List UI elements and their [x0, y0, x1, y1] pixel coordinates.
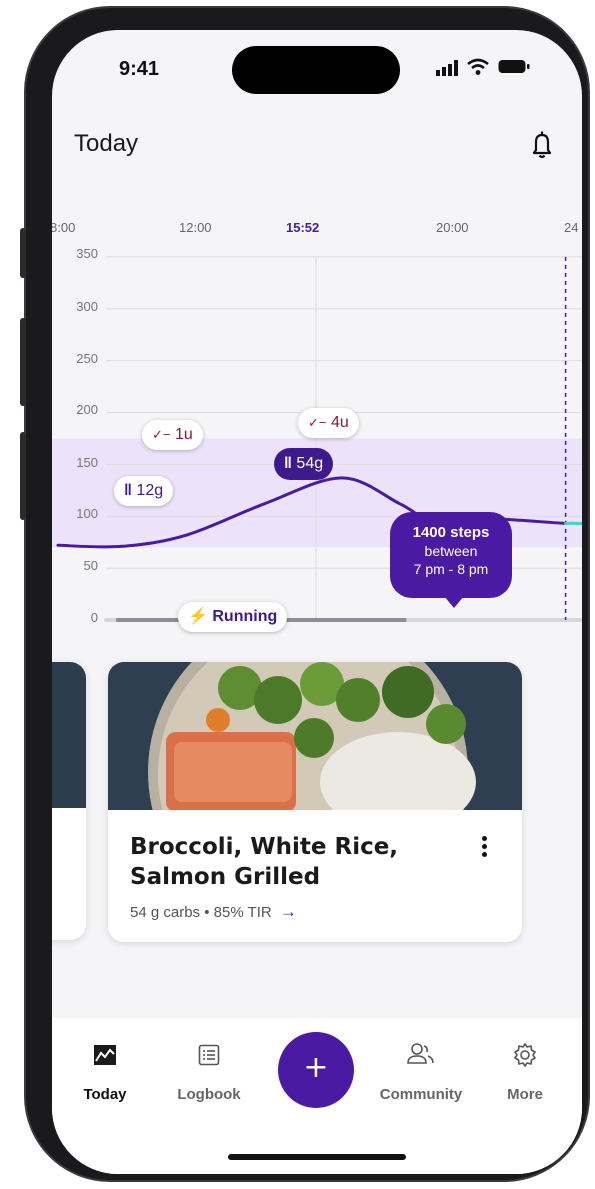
page-title: Today: [74, 130, 139, 157]
carbs-amount-label: 12g: [136, 482, 164, 499]
meal-title: Broccoli, White Rice, Salmon Grilled: [130, 834, 399, 890]
insulin-chip-1[interactable]: ✓− 1u: [142, 420, 203, 450]
activity-label: Running: [212, 608, 278, 625]
arrow-right-icon[interactable]: →: [280, 902, 297, 921]
y-tick-150: 150: [76, 455, 98, 470]
tab-label-community: Community: [379, 1086, 463, 1103]
carbs-chip-1[interactable]: ‖ 12g: [114, 476, 174, 506]
y-tick-100: 100: [76, 506, 98, 521]
steps-count: 1400 steps: [412, 524, 490, 541]
x-tick-8: 8:00: [52, 220, 76, 235]
tab-label-today: Today: [83, 1086, 127, 1103]
gear-icon: [514, 1043, 536, 1067]
insulin-chip-2[interactable]: ✓− 4u: [298, 408, 359, 438]
volume-up-button: [20, 318, 26, 406]
plus-icon: +: [303, 1050, 329, 1085]
community-icon: [407, 1043, 434, 1064]
cellular-signal-icon: [436, 60, 458, 76]
wifi-icon: [467, 58, 489, 75]
meal-carbs-tir: 54 g carbs • 85% TIR: [130, 904, 272, 921]
add-entry-button[interactable]: +: [278, 1032, 354, 1108]
insulin-dose-label: 4u: [330, 414, 349, 431]
tab-bar: Today Logbook + Community More: [52, 1018, 582, 1174]
syringe-icon: ✓−: [152, 427, 171, 442]
steps-between: between: [424, 543, 478, 559]
x-tick-20: 20:00: [436, 220, 469, 235]
battery-icon: [498, 60, 530, 73]
meal-card[interactable]: Broccoli, White Rice, Salmon Grilled 54 …: [108, 662, 522, 942]
fork-knife-icon: ‖: [124, 482, 132, 499]
y-tick-200: 200: [76, 402, 98, 417]
y-tick-350: 350: [76, 246, 98, 261]
tab-label-logbook: Logbook: [177, 1086, 241, 1103]
app-screen: 9:41 Today 8:00 12:00 15:52 20:00 24 350…: [52, 30, 582, 1174]
status-time: 9:41: [119, 58, 160, 80]
steps-time-range: 7 pm - 8 pm: [413, 561, 489, 577]
syringe-icon: ✓−: [308, 415, 327, 430]
steps-tooltip: 1400 steps between 7 pm - 8 pm: [390, 512, 512, 598]
y-tick-0: 0: [90, 610, 98, 625]
carbs-chip-2[interactable]: ‖ 54g: [274, 448, 334, 480]
meal-card-previous[interactable]: [52, 662, 86, 940]
activity-chip[interactable]: ⚡ Running: [178, 602, 288, 632]
meal-photo-previous: [52, 662, 86, 808]
carbs-amount-label: 54g: [296, 455, 324, 472]
y-tick-250: 250: [76, 351, 98, 366]
volume-down-button: [20, 432, 26, 520]
chart-icon: [94, 1045, 116, 1065]
insulin-dose-label: 1u: [174, 426, 193, 443]
more-options-icon[interactable]: [482, 836, 488, 860]
x-tick-12: 12:00: [179, 220, 212, 235]
steps-tooltip-pointer: [444, 596, 464, 608]
running-icon: ⚡: [188, 608, 208, 625]
tab-label-more: More: [507, 1086, 543, 1103]
home-indicator: [228, 1154, 406, 1160]
x-tick-24: 24: [564, 220, 579, 235]
x-tick-current: 15:52: [286, 220, 320, 235]
logbook-icon: [198, 1044, 220, 1066]
meal-photo: [108, 662, 522, 810]
fork-knife-icon: ‖: [284, 455, 292, 472]
dynamic-island: [232, 46, 400, 94]
bell-icon[interactable]: [530, 130, 554, 160]
y-tick-50: 50: [83, 558, 98, 573]
y-tick-300: 300: [76, 299, 98, 314]
meal-photo-illustration: [148, 662, 476, 810]
meal-summary: 54 g carbs • 85% TIR →: [130, 902, 297, 922]
action-button: [20, 228, 26, 278]
